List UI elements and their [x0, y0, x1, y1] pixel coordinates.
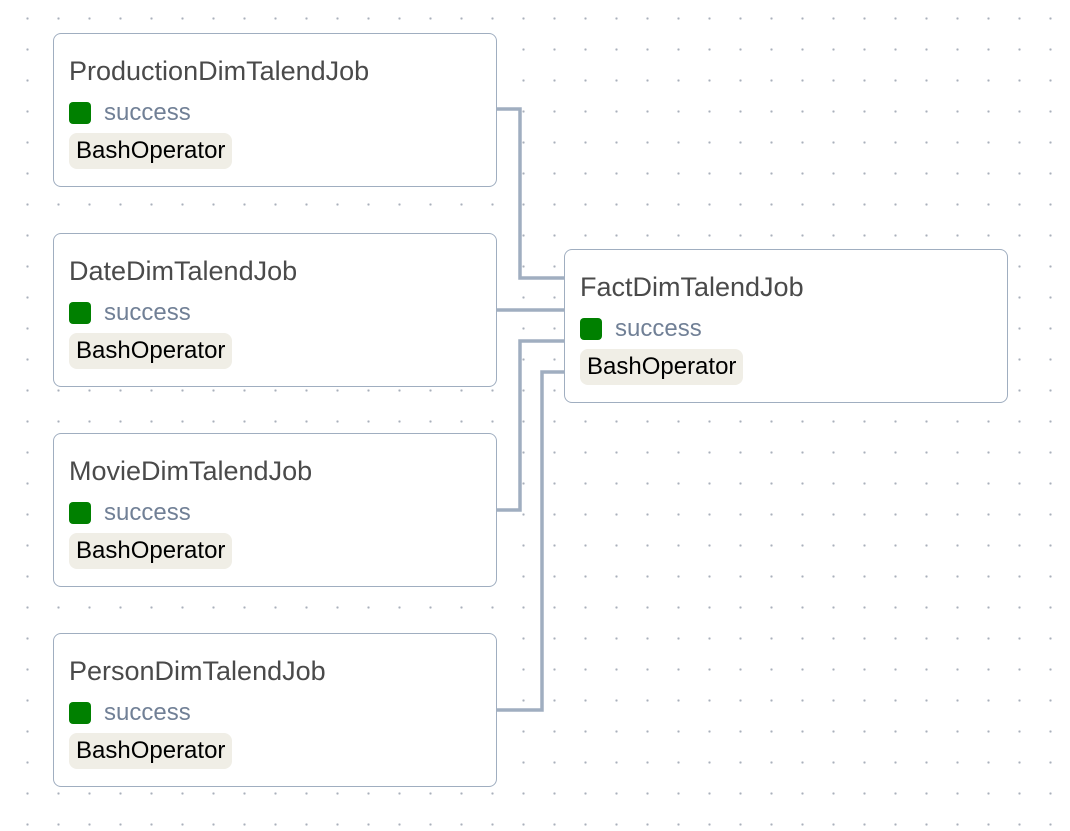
- task-title: PersonDimTalendJob: [69, 656, 326, 686]
- task-title: DateDimTalendJob: [69, 256, 298, 286]
- status-text: success: [104, 499, 191, 526]
- task-title: FactDimTalendJob: [580, 272, 804, 302]
- task-node-person[interactable]: PersonDimTalendJob success BashOperator: [53, 633, 497, 787]
- status-text: success: [104, 99, 191, 126]
- task-status: success: [69, 699, 191, 726]
- operator-badge: BashOperator: [69, 733, 233, 769]
- task-status: success: [69, 99, 191, 126]
- task-title: ProductionDimTalendJob: [69, 56, 370, 86]
- task-status: success: [69, 499, 191, 526]
- operator-badge: BashOperator: [69, 333, 233, 369]
- edge-movie-to-fact: [497, 339, 566, 512]
- status-text: success: [104, 699, 191, 726]
- edge-person-to-fact: [497, 370, 566, 712]
- status-text: success: [104, 299, 191, 326]
- task-node-movie[interactable]: MovieDimTalendJob success BashOperator: [53, 433, 497, 587]
- operator-badge: BashOperator: [69, 133, 233, 169]
- operator-badge: BashOperator: [69, 533, 233, 569]
- task-status: success: [580, 315, 702, 342]
- status-square-icon: [580, 318, 602, 340]
- status-square-icon: [69, 102, 91, 124]
- task-node-fact[interactable]: FactDimTalendJob success BashOperator: [564, 249, 1008, 403]
- status-square-icon: [69, 702, 91, 724]
- graph-canvas[interactable]: ProductionDimTalendJob success BashOpera…: [0, 0, 1070, 831]
- operator-badge: BashOperator: [580, 349, 744, 385]
- status-square-icon: [69, 302, 91, 324]
- status-square-icon: [69, 502, 91, 524]
- edge-production-to-fact: [497, 107, 566, 280]
- task-node-production[interactable]: ProductionDimTalendJob success BashOpera…: [53, 33, 497, 187]
- task-title: MovieDimTalendJob: [69, 456, 313, 486]
- status-text: success: [615, 315, 702, 342]
- task-node-date[interactable]: DateDimTalendJob success BashOperator: [53, 233, 497, 387]
- task-status: success: [69, 299, 191, 326]
